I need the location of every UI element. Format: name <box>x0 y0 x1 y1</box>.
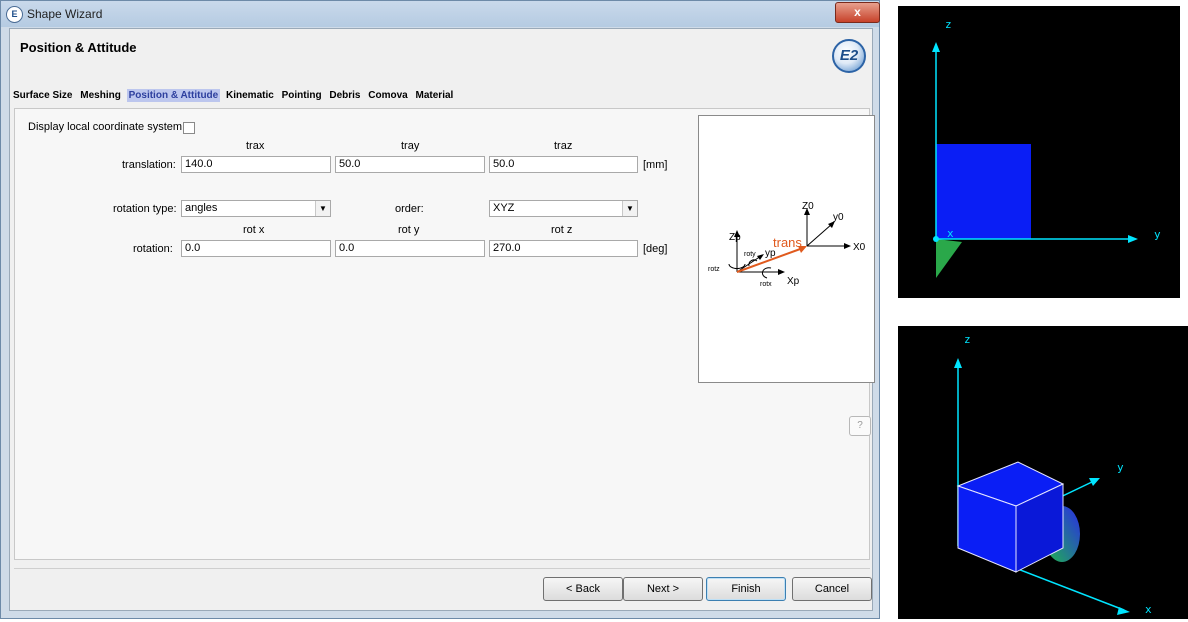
traz-input[interactable]: 50.0 <box>489 156 638 173</box>
zp-label: Zp <box>729 232 741 243</box>
rotation-type-select[interactable]: angles ▼ <box>181 200 331 217</box>
viewport-side-view[interactable]: z y x <box>898 6 1180 298</box>
xp-arrowhead <box>778 269 785 275</box>
x0-arrowhead <box>844 243 851 249</box>
rotx-arc <box>761 267 772 279</box>
tab-pointing[interactable]: Pointing <box>280 89 324 102</box>
window-title: Shape Wizard <box>27 7 103 21</box>
coordinate-diagram-preview: Zp yp Xp rotz roty rotx trans Z0 y0 X0 <box>698 115 875 383</box>
translation-unit: [mm] <box>643 159 668 171</box>
display-local-cs-checkbox[interactable] <box>183 122 195 134</box>
rotation-type-label: rotation type: <box>113 203 177 215</box>
tray-header: tray <box>401 140 420 152</box>
translation-label: translation: <box>122 159 176 171</box>
rotation-unit: [deg] <box>643 243 668 255</box>
y-axis-label: y <box>1154 228 1161 241</box>
side-view-canvas: z y x <box>932 18 1161 278</box>
chevron-down-icon: ▼ <box>622 201 637 216</box>
form-panel: Display local coordinate system: trax tr… <box>14 108 875 560</box>
rotation-label: rotation: <box>133 243 173 255</box>
xp-label: Xp <box>787 276 800 287</box>
roty-label: roty <box>744 251 756 258</box>
y0-label: y0 <box>833 212 844 223</box>
order-value: XYZ <box>493 202 515 214</box>
z-axis-label: z <box>945 18 952 31</box>
traz-header: traz <box>554 140 573 152</box>
wizard-tabs: Surface Size Meshing Position & Attitude… <box>11 89 456 103</box>
coordinate-diagram: Zp yp Xp rotz roty rotx trans Z0 y0 X0 <box>708 201 866 288</box>
e2-logo: E2 <box>832 39 866 73</box>
wizard-client-area: Position & Attitude E2 Surface Size Mesh… <box>9 28 875 611</box>
help-button[interactable]: ? <box>849 416 871 436</box>
footer-separator <box>14 568 870 569</box>
rotz-input[interactable]: 270.0 <box>489 240 638 257</box>
z-axis-label: z <box>964 333 971 346</box>
z0-label: Z0 <box>802 201 814 212</box>
yp-arrowhead <box>757 254 764 260</box>
disc-shape <box>936 239 962 278</box>
tab-comova[interactable]: Comova <box>366 89 409 102</box>
app-icon: E <box>6 6 23 23</box>
next-button[interactable]: Next > <box>623 577 703 601</box>
box-shape <box>936 144 1031 239</box>
order-select[interactable]: XYZ ▼ <box>489 200 638 217</box>
roty-input[interactable]: 0.0 <box>335 240 485 257</box>
trax-input[interactable]: 140.0 <box>181 156 331 173</box>
x-arrowhead <box>1117 607 1130 615</box>
trans-label: trans <box>773 235 802 250</box>
close-button[interactable]: x <box>835 2 880 23</box>
rotz-label: rotz <box>708 266 720 273</box>
tab-kinematic[interactable]: Kinematic <box>224 89 276 102</box>
page-title: Position & Attitude <box>20 40 137 55</box>
viewport-isometric-view[interactable]: z y x <box>898 326 1188 619</box>
tab-material[interactable]: Material <box>414 89 456 102</box>
tab-debris[interactable]: Debris <box>327 89 362 102</box>
rotx-label: rotx <box>760 281 772 288</box>
tab-surface-size[interactable]: Surface Size <box>11 89 74 102</box>
z-arrowhead <box>932 42 940 52</box>
tab-position-attitude[interactable]: Position & Attitude <box>126 89 221 102</box>
order-label: order: <box>395 203 424 215</box>
y0-axis <box>806 223 833 247</box>
trax-header: trax <box>246 140 265 152</box>
chevron-down-icon: ▼ <box>315 201 330 216</box>
rotx-header: rot x <box>243 224 265 236</box>
display-local-cs-label: Display local coordinate system: <box>28 121 186 133</box>
rotation-type-value: angles <box>185 202 218 214</box>
finish-button[interactable]: Finish <box>706 577 786 601</box>
isometric-view-canvas: z y x <box>954 333 1152 616</box>
tab-meshing[interactable]: Meshing <box>78 89 123 102</box>
y-arrowhead <box>1128 235 1138 243</box>
cancel-button[interactable]: Cancel <box>792 577 872 601</box>
origin-marker <box>933 236 939 242</box>
tray-input[interactable]: 50.0 <box>335 156 485 173</box>
x-axis-label: x <box>1145 603 1152 616</box>
back-button[interactable]: < Back <box>543 577 623 601</box>
shape-wizard-window: E Shape Wizard x Position & Attitude E2 … <box>0 0 880 619</box>
rotx-input[interactable]: 0.0 <box>181 240 331 257</box>
title-bar[interactable]: E Shape Wizard x <box>1 1 880 27</box>
x-axis-label: x <box>947 227 954 240</box>
z-arrowhead <box>954 358 962 368</box>
x0-label: X0 <box>853 242 866 253</box>
roty-header: rot y <box>398 224 420 236</box>
y-axis-label: y <box>1117 461 1124 474</box>
rotz-header: rot z <box>551 224 573 236</box>
